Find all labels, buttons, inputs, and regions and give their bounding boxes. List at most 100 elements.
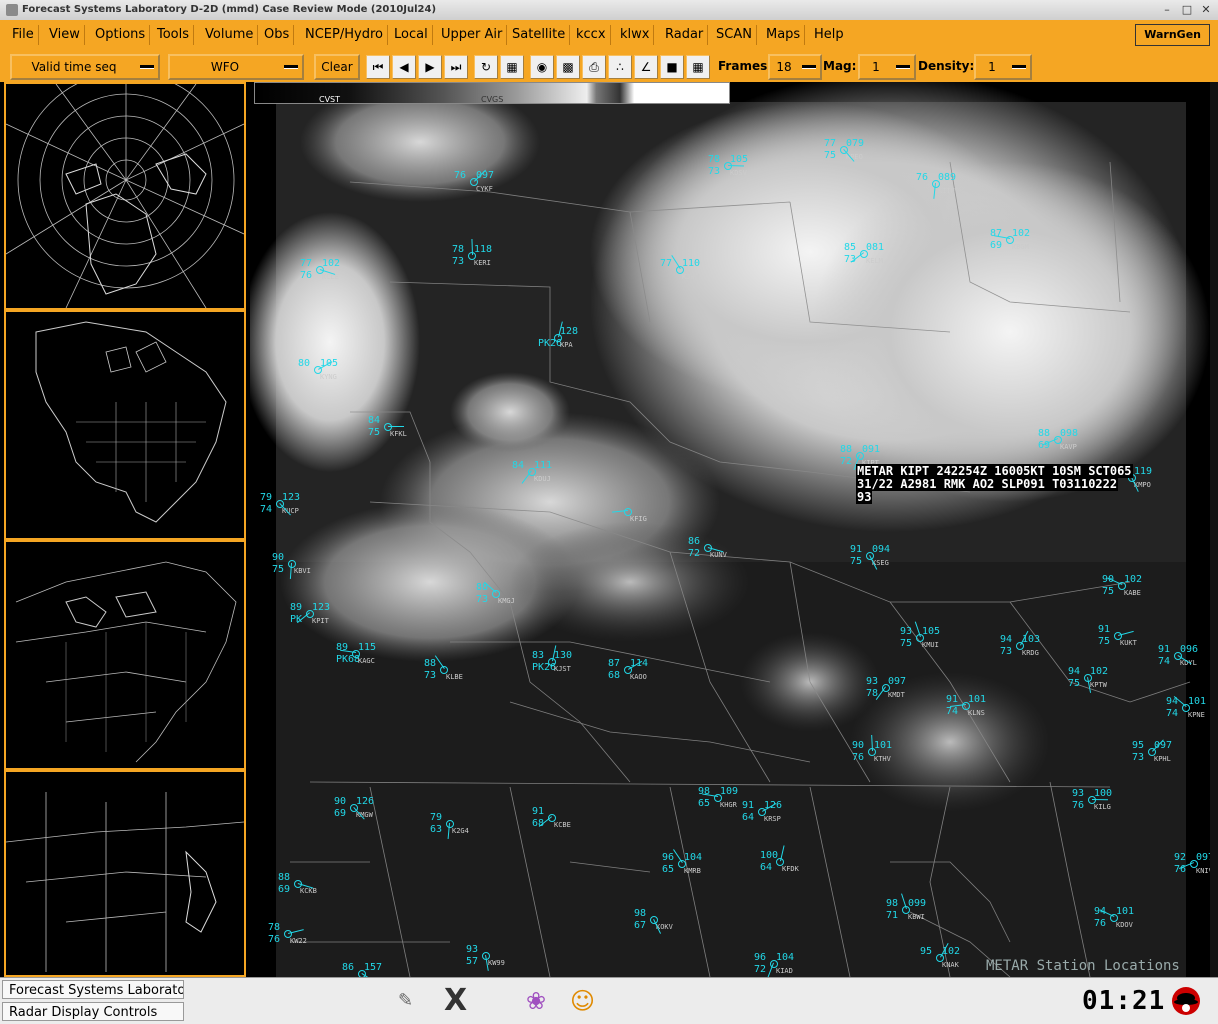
station-plot[interactable]: 77 079 75 KPEO [824,138,894,178]
station-plot[interactable]: 90 126 69 KMGW [334,796,404,836]
station-plot[interactable]: 89 123 PK KPIT [290,602,360,642]
menu-upper-air[interactable]: Upper Air [437,25,508,45]
station-plot[interactable]: 78 118 73 KERI [452,238,522,284]
scale-dropdown[interactable]: WFO [168,54,304,80]
station-plot[interactable]: 94 101 74 KPNE [1166,695,1210,736]
station-plot[interactable]: 91 68 KCBE [532,806,602,846]
next-frame-icon[interactable]: ▶ [418,55,442,79]
x-server-icon[interactable]: X [444,986,467,1016]
menu-klwx[interactable]: klwx [616,25,655,45]
station-plot[interactable]: 96 104 65 KMRB [662,849,732,892]
station-plot[interactable]: 90 101 76 KTHV [852,734,922,780]
thumbnail-north-america[interactable] [4,310,246,540]
station-plot[interactable]: 79 123 74 KUCP [260,492,330,532]
station-plot[interactable]: 91 096 74 KDYL [1158,644,1210,684]
station-plot[interactable]: 98 099 71 KBWI [886,893,956,938]
station-plot[interactable]: 93 097 78 KMDT [866,676,936,716]
station-plot[interactable]: 88 73 KLBE [424,655,494,698]
close-icon[interactable]: ✕ [1199,3,1213,17]
baselines-icon[interactable]: ∠ [634,55,658,79]
station-plot[interactable]: 88 098 69 KAVP [1038,428,1108,468]
menu-options[interactable]: Options [91,25,151,45]
station-plot[interactable]: 88 73 KMGJ [476,581,546,622]
density-dropdown[interactable]: 1 [974,54,1032,80]
station-plot[interactable]: 96 104 72 KIAD [754,952,824,977]
station-plot[interactable]: 84 75 KFKL [368,415,438,455]
menu-maps[interactable]: Maps [762,25,806,45]
station-plot[interactable]: 76 097 CYKF [454,169,524,210]
thumbnail-mid-atlantic[interactable] [4,770,246,977]
menu-volume[interactable]: Volume [201,25,259,45]
main-map-display[interactable]: CVST CVGS 84 75 KFKL 79 123 74 KUCP 90 75 KBVI 89 1… [250,82,1210,977]
menu-file[interactable]: File [8,25,39,45]
menu-ncep-hydro[interactable]: NCEP/Hydro [301,25,388,45]
menu-tools[interactable]: Tools [153,25,195,45]
station-plot[interactable]: 78 76 KW22 [268,922,338,962]
menu-kccx[interactable]: kccx [572,25,611,45]
menu-satellite[interactable]: Satellite [508,25,571,45]
station-plot[interactable]: 100 64 KFDK [760,845,830,890]
menu-local[interactable]: Local [390,25,433,45]
notepad-icon[interactable]: ✎ [398,986,413,1016]
redhat-menu-icon[interactable] [1170,986,1202,1016]
smiley-icon[interactable]: ☺ [570,986,595,1016]
station-plot[interactable]: 94 103 73 KRDG [1000,630,1070,674]
task-forecast-systems[interactable]: Forecast Systems Laborato [2,980,184,999]
station-plot[interactable]: 95 102 KNAK [920,943,990,977]
station-plot[interactable]: 78 105 73 KDSV [708,154,778,194]
station-plot[interactable]: 93 105 75 KMUI [900,621,970,666]
task-radar-display-controls[interactable]: Radar Display Controls [2,1002,184,1021]
first-frame-icon[interactable]: ⏮ [366,55,390,79]
print-icon[interactable]: ⎙ [582,55,606,79]
menu-scan[interactable]: SCAN [712,25,757,45]
station-plot[interactable]: 80105KYNG [298,358,368,398]
prev-frame-icon[interactable]: ◀ [392,55,416,79]
station-plot[interactable]: 84 111 KDUJ [512,460,582,500]
station-plot[interactable]: 93 57 KW99 [466,944,536,977]
station-plot[interactable]: 94 102 75 KPTW [1068,666,1138,706]
frames-dropdown[interactable]: 18 [768,54,822,80]
single-panel-icon[interactable]: ■ [660,55,684,79]
warngen-button[interactable]: WarnGen [1135,24,1210,46]
four-panel-icon[interactable]: ▦ [686,55,710,79]
station-plot[interactable]: 83 130 PK26 KJST [532,645,602,690]
loop-icon[interactable]: ↻ [474,55,498,79]
station-plot[interactable]: 86 72 KUNV [688,536,758,576]
station-plot[interactable]: 94 101 76 KDOV [1094,906,1164,946]
last-frame-icon[interactable]: ⏭ [444,55,468,79]
station-plot[interactable]: 88 69 KCKB [278,872,348,912]
mag-dropdown[interactable]: 1 [858,54,916,80]
menu-view[interactable]: View [45,25,85,45]
menu-radar[interactable]: Radar [661,25,709,45]
butterfly-icon[interactable]: ❀ [526,986,546,1016]
station-plot[interactable]: 76 089 KITH [916,172,986,212]
station-plot[interactable]: 90 102 75 KABE [1102,574,1172,614]
station-plot[interactable]: 77 110 KJHW [660,255,730,298]
minimize-icon[interactable]: – [1160,3,1174,17]
station-plot[interactable]: 9112664KRSP [742,800,812,840]
thumbnail-eastern-us[interactable] [4,540,246,770]
station-plot[interactable]: 91 101 74 KLNS [946,694,1016,734]
station-plot[interactable]: 98 67 KOKV [634,908,704,948]
points-icon[interactable]: ∴ [608,55,632,79]
rock-icon[interactable]: ◉ [530,55,554,79]
swap-panes-icon[interactable]: ▩ [556,55,580,79]
station-plot[interactable]: KFIG [608,500,678,540]
station-plot[interactable]: 79 63 K2G4 [430,812,500,852]
menu-help[interactable]: Help [810,25,848,45]
clear-button[interactable]: Clear [314,54,360,80]
time-mode-dropdown[interactable]: Valid time seq [10,54,160,80]
station-plot[interactable]: 90 75 KBVI [272,552,342,592]
station-plot[interactable]: 87 102 69 KBGM [990,228,1060,268]
maximize-icon[interactable]: □ [1180,3,1194,17]
station-plot[interactable]: 9209776KNIV [1174,852,1210,892]
station-plot[interactable]: 95 097 73 KPHL [1132,739,1202,780]
station-plot[interactable]: 91 094 75 KSEG [850,544,920,584]
menu-obs[interactable]: Obs [260,25,295,45]
station-plot[interactable]: 93 100 76 KILG [1072,788,1142,828]
station-plot[interactable]: 128 PK26 KPA [538,321,608,366]
station-plot[interactable]: 8711468KAOO [608,658,678,698]
station-plot[interactable]: 85 081 73 KELM [844,242,914,282]
thumbnail-northern-hemisphere[interactable] [4,82,246,310]
station-plot[interactable]: 77 102 76 KCLE [300,258,370,298]
